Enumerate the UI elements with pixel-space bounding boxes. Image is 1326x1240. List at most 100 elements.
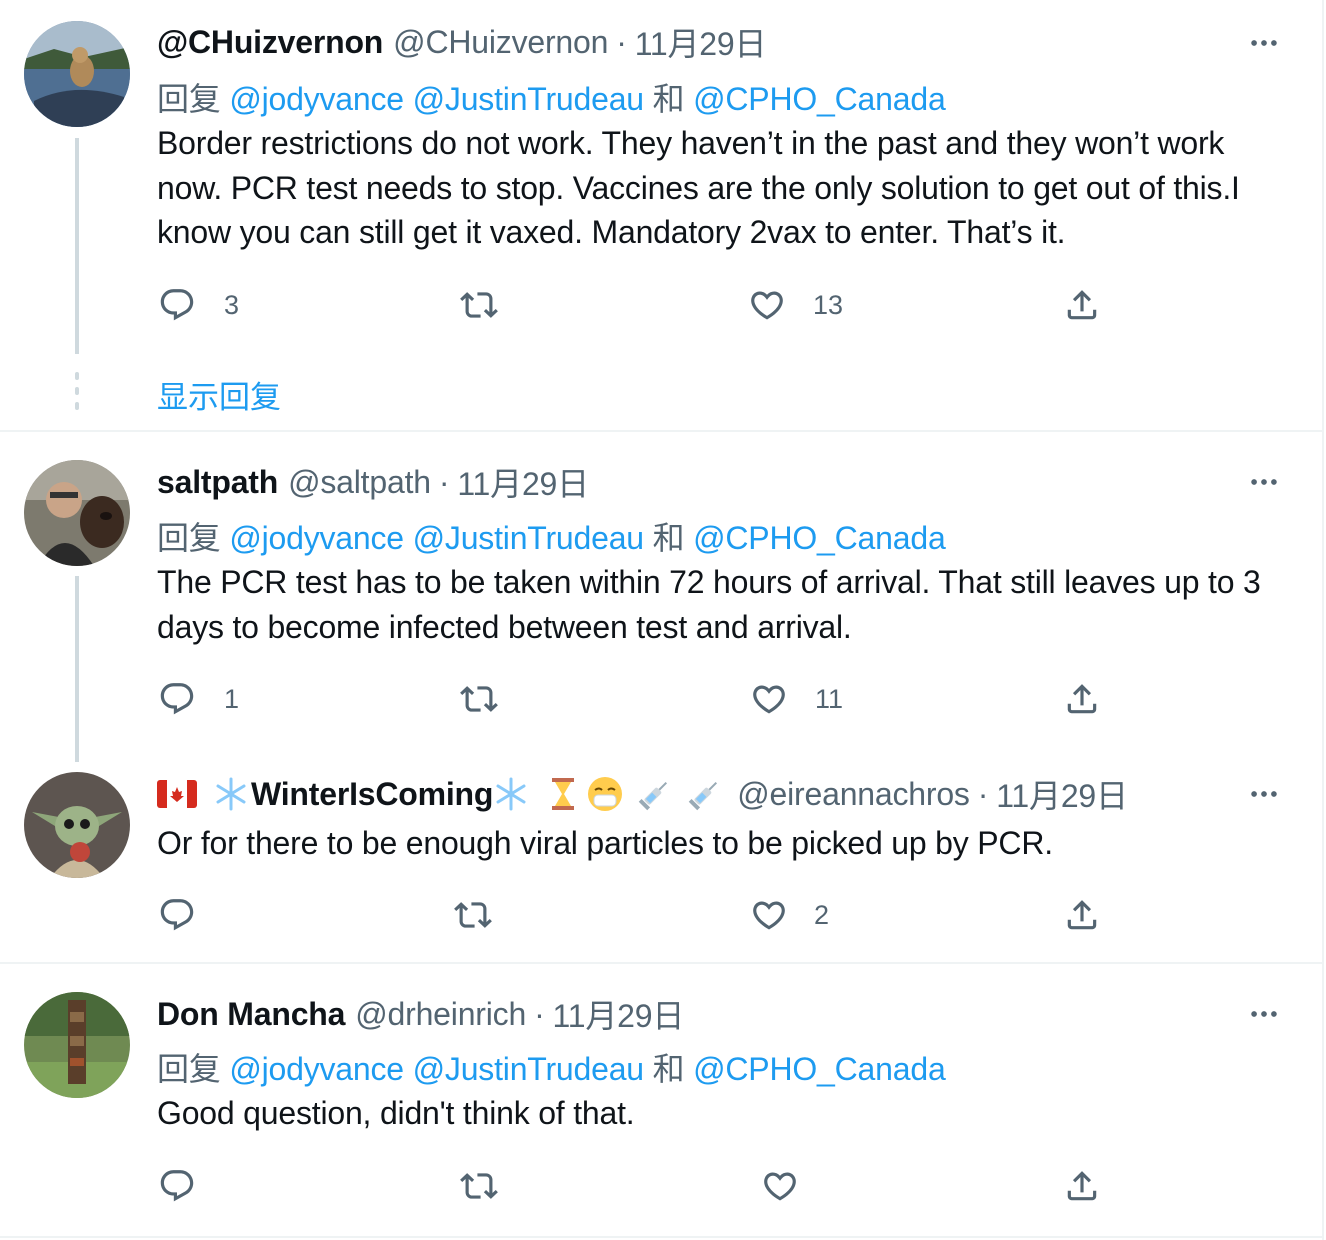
retweet-icon xyxy=(460,1167,498,1205)
mask-face-icon xyxy=(588,777,623,811)
heart-icon xyxy=(748,286,786,324)
like-button[interactable] xyxy=(761,1164,829,1208)
reply-button[interactable] xyxy=(158,1164,226,1208)
reply-button[interactable]: 3 xyxy=(158,283,239,327)
mention-link[interactable]: @jodyvance xyxy=(229,520,404,556)
show-replies-link[interactable]: 显示回复 xyxy=(157,372,281,417)
like-count: 13 xyxy=(813,289,844,320)
share-button[interactable] xyxy=(1063,1164,1101,1208)
like-count: 2 xyxy=(814,899,830,930)
reply-icon xyxy=(158,1167,196,1205)
avatar[interactable] xyxy=(24,21,130,127)
retweet-icon xyxy=(460,286,498,324)
more-button[interactable] xyxy=(1244,994,1284,1034)
retweet-icon xyxy=(454,896,492,934)
display-name[interactable]: Don Mancha xyxy=(157,996,345,1033)
share-icon xyxy=(1063,896,1101,934)
more-button[interactable] xyxy=(1244,774,1284,814)
user-handle[interactable]: @eireannachros xyxy=(737,776,970,813)
snowflake-icon xyxy=(216,777,246,811)
thread-line xyxy=(75,138,79,354)
heart-icon xyxy=(750,680,788,718)
tweet-header: Don Mancha @drheinrich · 11月29日 xyxy=(157,992,684,1036)
reply-to-line: 回复 @jodyvance @JustinTrudeau 和 @CPHO_Can… xyxy=(157,513,946,559)
like-button[interactable]: 2 xyxy=(750,893,829,937)
reply-icon xyxy=(158,680,196,718)
avatar[interactable] xyxy=(24,460,130,566)
avatar-image xyxy=(24,460,130,566)
reply-count: 3 xyxy=(224,289,240,320)
mention-link[interactable]: @JustinTrudeau xyxy=(413,520,644,556)
tweet-header: saltpath @saltpath · 11月29日 xyxy=(157,460,589,504)
like-count: 11 xyxy=(815,683,844,714)
user-handle[interactable]: @drheinrich xyxy=(355,996,526,1033)
retweet-button[interactable] xyxy=(460,1164,528,1208)
tweet-text: The PCR test has to be taken within 72 h… xyxy=(157,564,1261,645)
tweet-date[interactable]: 11月29日 xyxy=(457,459,589,505)
tweet-header: @CHuizvernon @CHuizvernon · 11月29日 xyxy=(157,19,767,65)
tweet-text: Good question, didn't think of that. xyxy=(157,1095,635,1131)
more-icon xyxy=(1247,997,1281,1031)
reply-prefix: 回复 xyxy=(157,1051,221,1087)
share-button[interactable] xyxy=(1063,283,1101,327)
share-icon xyxy=(1063,1167,1101,1205)
share-button[interactable] xyxy=(1063,893,1101,937)
like-button[interactable]: 11 xyxy=(750,677,843,721)
avatar[interactable] xyxy=(24,992,130,1098)
reply-to-line: 回复 @jodyvance @JustinTrudeau 和 @CPHO_Can… xyxy=(157,1044,946,1090)
avatar-image xyxy=(24,992,130,1098)
reply-prefix: 回复 xyxy=(157,520,221,556)
mention-link[interactable]: @jodyvance xyxy=(229,1051,404,1087)
more-icon xyxy=(1247,465,1281,499)
heart-icon xyxy=(761,1167,799,1205)
retweet-button[interactable] xyxy=(460,677,528,721)
mention-link[interactable]: @CPHO_Canada xyxy=(693,1051,946,1087)
canada-flag-icon xyxy=(157,780,197,808)
user-handle[interactable]: @saltpath xyxy=(288,464,431,501)
mention-link[interactable]: @jodyvance xyxy=(229,81,404,117)
mention-link[interactable]: @CPHO_Canada xyxy=(693,81,946,117)
tweet-date[interactable]: 11月29日 xyxy=(996,771,1128,817)
syringe-icon xyxy=(688,781,718,811)
separator: · xyxy=(616,23,627,60)
tweet-text: Border restrictions do not work. They ha… xyxy=(157,125,1240,250)
share-icon xyxy=(1063,680,1101,718)
reply-prefix: 回复 xyxy=(157,81,221,117)
retweet-button[interactable] xyxy=(460,283,528,327)
thread-line xyxy=(75,576,79,762)
mention-link[interactable]: @JustinTrudeau xyxy=(413,1051,644,1087)
mention-link[interactable]: @JustinTrudeau xyxy=(413,81,644,117)
avatar-image xyxy=(24,772,130,878)
separator: · xyxy=(977,775,989,812)
display-name[interactable]: @CHuizvernon xyxy=(157,24,383,61)
share-icon xyxy=(1063,286,1101,324)
like-button[interactable]: 13 xyxy=(748,283,843,327)
reply-button[interactable] xyxy=(158,893,226,937)
user-handle[interactable]: @CHuizvernon xyxy=(393,24,608,61)
reply-conjunction: 和 xyxy=(652,1051,685,1087)
display-name[interactable]: WinterIsComing xyxy=(251,776,493,813)
divider xyxy=(0,1236,1322,1238)
divider xyxy=(0,962,1322,964)
tweet-text: Or for there to be enough viral particle… xyxy=(157,825,1053,861)
retweet-button[interactable] xyxy=(454,893,522,937)
avatar[interactable] xyxy=(24,772,130,878)
more-button[interactable] xyxy=(1244,23,1284,63)
reply-to-line: 回复 @jodyvance @JustinTrudeau 和 @CPHO_Can… xyxy=(157,74,946,120)
syringe-icon xyxy=(638,781,668,811)
hourglass-icon xyxy=(552,778,575,810)
share-button[interactable] xyxy=(1063,677,1101,721)
more-icon xyxy=(1247,777,1281,811)
divider xyxy=(0,430,1322,432)
reply-button[interactable]: 1 xyxy=(158,677,239,721)
thread-dots xyxy=(75,372,79,417)
tweet-date[interactable]: 11月29日 xyxy=(635,19,767,65)
tweet-date[interactable]: 11月29日 xyxy=(553,991,685,1037)
more-button[interactable] xyxy=(1244,462,1284,502)
mention-link[interactable]: @CPHO_Canada xyxy=(693,520,946,556)
reply-conjunction: 和 xyxy=(652,520,685,556)
display-name[interactable]: saltpath xyxy=(157,464,278,501)
tweet-header: WinterIsComing @eireannachros · 11月29日 xyxy=(157,772,1128,816)
reply-icon xyxy=(158,286,196,324)
snowflake-icon xyxy=(496,777,526,811)
